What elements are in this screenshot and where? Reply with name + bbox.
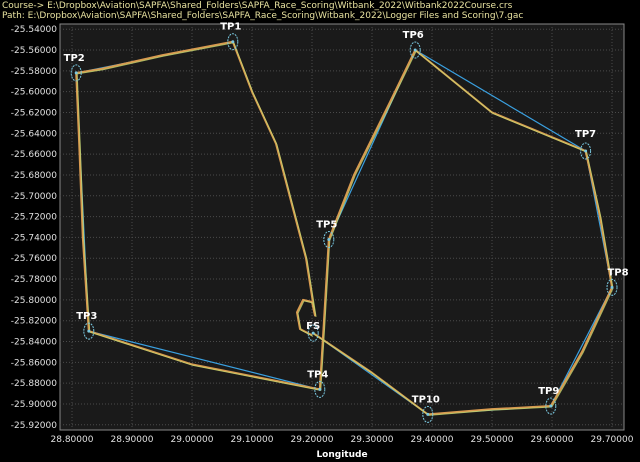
y-tick-label: -25.76000 [11, 254, 57, 264]
plot-area [59, 23, 625, 431]
turnpoint-label: FS [306, 321, 320, 332]
y-tick-label: -25.54000 [11, 25, 57, 35]
x-tick-label: 29.10000 [231, 435, 274, 445]
x-tick-label: 29.70000 [591, 435, 634, 445]
turnpoint-marker [87, 329, 91, 333]
turnpoint-marker [610, 285, 614, 289]
turnpoint-marker [413, 48, 417, 52]
turnpoint-label: TP4 [307, 369, 328, 380]
turnpoint-marker [318, 387, 322, 391]
y-tick-label: -25.72000 [11, 213, 57, 223]
y-tick-label: -25.74000 [11, 233, 57, 243]
x-tick-label: 29.20000 [291, 435, 334, 445]
turnpoint-label: TP2 [64, 53, 85, 64]
turnpoint-marker [549, 404, 553, 408]
x-tick-label: 28.90000 [111, 435, 154, 445]
y-tick-label: -25.58000 [11, 67, 57, 77]
turnpoint-label: TP10 [412, 394, 440, 405]
y-tick-label: -25.88000 [11, 379, 57, 389]
turnpoint-label: TP5 [316, 219, 337, 230]
turnpoint-label: TP1 [220, 22, 241, 33]
x-tick-label: 28.80000 [51, 435, 94, 445]
turnpoint-label: TP8 [607, 267, 628, 278]
y-tick-label: -25.70000 [11, 192, 57, 202]
y-tick-label: -25.64000 [11, 129, 57, 139]
y-tick-label: -25.68000 [11, 171, 57, 181]
y-tick-label: -25.62000 [11, 108, 57, 118]
x-axis-title: Longitude [316, 450, 367, 460]
track-plot: -25.54000 -25.56000 -25.58000 -25.60000 -25.… [11, 22, 634, 460]
y-tick-label: -25.92000 [11, 421, 57, 431]
y-tick-label: -25.78000 [11, 275, 57, 285]
y-tick-label: -25.84000 [11, 338, 57, 348]
y-tick-label: -25.60000 [11, 88, 57, 98]
turnpoint-marker [426, 412, 430, 416]
x-tick-label: 29.60000 [531, 435, 574, 445]
turnpoint-label: TP7 [575, 129, 596, 140]
turnpoint-marker [231, 40, 235, 44]
x-tick-label: 29.00000 [171, 435, 214, 445]
turnpoint-marker [327, 237, 331, 241]
y-axis-ticks: -25.54000 -25.56000 -25.58000 -25.60000 -25.… [11, 25, 57, 431]
turnpoint-label: TP6 [403, 30, 424, 41]
x-tick-label: 29.50000 [471, 435, 514, 445]
y-tick-label: -25.80000 [11, 296, 57, 306]
x-axis-ticks: 28.80000 28.90000 29.00000 29.10000 29.20000… [51, 435, 634, 445]
y-tick-label: -25.66000 [11, 150, 57, 160]
turnpoint-marker [74, 71, 78, 75]
turnpoint-label: TP3 [76, 311, 97, 322]
y-tick-label: -25.86000 [11, 358, 57, 368]
y-tick-label: -25.82000 [11, 317, 57, 327]
turnpoint-label: TP9 [538, 386, 559, 397]
x-tick-label: 29.30000 [351, 435, 394, 445]
y-tick-label: -25.56000 [11, 46, 57, 56]
x-tick-label: 29.40000 [411, 435, 454, 445]
y-tick-label: -25.90000 [11, 400, 57, 410]
turnpoint-marker [584, 149, 588, 153]
